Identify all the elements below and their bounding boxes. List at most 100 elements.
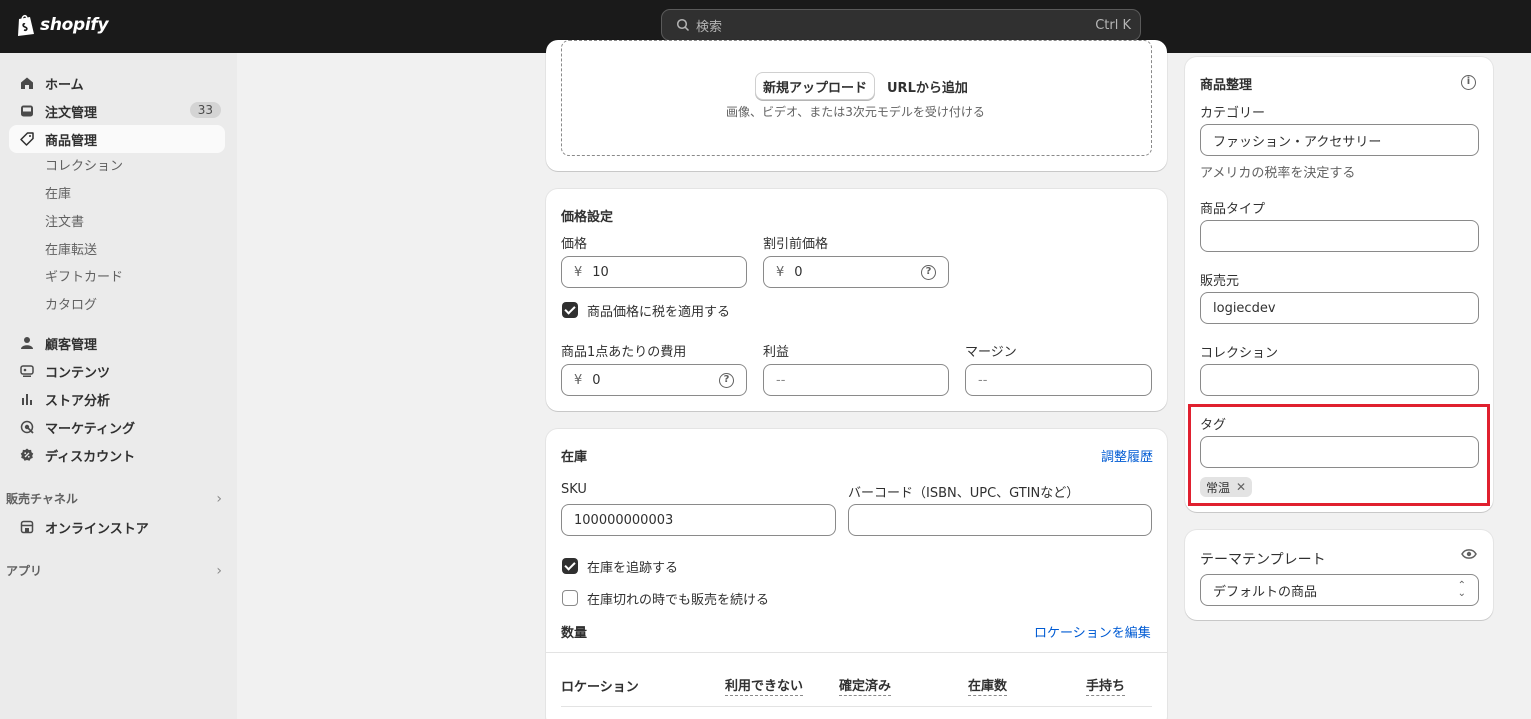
help-icon[interactable]: ? bbox=[719, 373, 734, 388]
tax-label: 商品価格に税を適用する bbox=[587, 305, 731, 320]
sidebar-sub-inventory[interactable]: 在庫 bbox=[45, 185, 71, 205]
product-type-input[interactable] bbox=[1200, 220, 1479, 252]
search-input[interactable]: 検索 Ctrl K bbox=[661, 9, 1141, 41]
add-from-url-link[interactable]: URLから追加 bbox=[887, 77, 968, 96]
sidebar: ホーム 注文管理 33 商品管理 コレクション 在庫 注文書 在庫転送 ギフトカ… bbox=[0, 53, 237, 719]
media-card: 新規アップロード URLから追加 画像、ビデオ、または3次元モデルを受け付ける bbox=[546, 40, 1167, 171]
inbox-icon bbox=[19, 103, 35, 119]
price-value: 10 bbox=[592, 264, 609, 280]
divider bbox=[546, 652, 1167, 653]
eye-icon[interactable] bbox=[1461, 548, 1477, 560]
edit-locations-link[interactable]: ロケーションを編集 bbox=[1034, 622, 1151, 641]
margin-value: -- bbox=[978, 372, 988, 388]
apps-label: アプリ bbox=[6, 564, 43, 578]
sku-label: SKU bbox=[561, 482, 587, 497]
col-committed[interactable]: 確定済み bbox=[839, 675, 892, 696]
collection-label: コレクション bbox=[1200, 346, 1279, 361]
currency-symbol: ¥ bbox=[574, 372, 583, 388]
media-hint: 画像、ビデオ、または3次元モデルを受け付ける bbox=[726, 105, 985, 119]
continue-selling-checkbox[interactable] bbox=[562, 590, 578, 606]
sidebar-item-home[interactable]: ホーム bbox=[9, 69, 225, 97]
info-icon[interactable]: i bbox=[1461, 75, 1476, 90]
tax-checkbox[interactable] bbox=[562, 302, 578, 318]
col-location: ロケーション bbox=[561, 680, 639, 695]
sidebar-item-marketing[interactable]: マーケティング bbox=[9, 413, 225, 441]
sidebar-item-label: 顧客管理 bbox=[45, 337, 98, 353]
chevron-right-icon: › bbox=[216, 490, 222, 507]
track-inventory-label: 在庫を追跡する bbox=[587, 561, 679, 576]
apps-header[interactable]: アプリ › bbox=[6, 562, 222, 579]
category-label: カテゴリー bbox=[1200, 106, 1266, 121]
sidebar-item-content[interactable]: コンテンツ bbox=[9, 357, 225, 385]
cost-value: 0 bbox=[592, 372, 601, 388]
search-placeholder: 検索 bbox=[696, 19, 723, 35]
compare-price-input[interactable]: ¥ 0 ? bbox=[763, 256, 949, 288]
pricing-card: 価格設定 価格 ¥ 10 割引前価格 ¥ 0 ? 商品価格に税を適用する 商品1… bbox=[546, 189, 1167, 411]
store-icon bbox=[19, 519, 35, 535]
vendor-label: 販売元 bbox=[1200, 274, 1240, 289]
sku-value: 100000000003 bbox=[574, 512, 674, 528]
adjustment-history-link[interactable]: 調整履歴 bbox=[1101, 446, 1153, 465]
sidebar-item-customers[interactable]: 顧客管理 bbox=[9, 329, 225, 357]
sidebar-item-label: 注文管理 bbox=[45, 105, 98, 121]
sku-input[interactable]: 100000000003 bbox=[561, 504, 836, 536]
divider bbox=[561, 706, 1152, 707]
chevron-up-down-icon: ⌃ ⌄ bbox=[1457, 580, 1466, 599]
continue-selling-label: 在庫切れの時でも販売を続ける bbox=[587, 593, 770, 608]
target-icon bbox=[19, 419, 35, 435]
col-unavailable[interactable]: 利用できない bbox=[725, 675, 804, 696]
sidebar-sub-purchase-orders[interactable]: 注文書 bbox=[45, 213, 84, 233]
sidebar-sub-transfers[interactable]: 在庫転送 bbox=[45, 241, 97, 261]
search-shortcut: Ctrl K bbox=[1095, 17, 1131, 33]
tag-icon bbox=[19, 131, 35, 147]
col-available[interactable]: 在庫数 bbox=[968, 675, 1008, 696]
sidebar-item-orders[interactable]: 注文管理 33 bbox=[9, 97, 225, 125]
upload-button[interactable]: 新規アップロード bbox=[755, 72, 875, 100]
product-type-label: 商品タイプ bbox=[1200, 202, 1266, 217]
compare-price-label: 割引前価格 bbox=[763, 237, 829, 252]
theme-template-card: テーマテンプレート デフォルトの商品 ⌃ ⌄ bbox=[1185, 530, 1493, 620]
home-icon bbox=[19, 75, 35, 91]
sidebar-item-online-store[interactable]: オンラインストア bbox=[9, 513, 225, 541]
inventory-card: 在庫 調整履歴 SKU 100000000003 バーコード（ISBN、UPC、… bbox=[546, 429, 1167, 719]
cost-input[interactable]: ¥ 0 ? bbox=[561, 364, 747, 396]
vendor-input[interactable]: logiecdev bbox=[1200, 292, 1479, 324]
inventory-title: 在庫 bbox=[561, 450, 588, 465]
sidebar-item-label: ホーム bbox=[45, 77, 84, 93]
category-input[interactable]: ファッション・アクセサリー bbox=[1200, 124, 1479, 156]
sidebar-item-label: コンテンツ bbox=[45, 365, 111, 381]
col-on-hand[interactable]: 手持ち bbox=[1086, 675, 1126, 696]
person-icon bbox=[19, 335, 35, 351]
price-input[interactable]: ¥ 10 bbox=[561, 256, 747, 288]
sidebar-item-discounts[interactable]: ディスカウント bbox=[9, 441, 225, 469]
currency-symbol: ¥ bbox=[776, 264, 785, 280]
barcode-input[interactable] bbox=[848, 504, 1152, 536]
sales-channels-header[interactable]: 販売チャネル › bbox=[6, 490, 222, 507]
sidebar-sub-catalogs[interactable]: カタログ bbox=[45, 296, 97, 316]
chevron-right-icon: › bbox=[216, 562, 222, 579]
theme-template-value: デフォルトの商品 bbox=[1213, 584, 1318, 600]
theme-template-select[interactable]: デフォルトの商品 ⌃ ⌄ bbox=[1200, 574, 1479, 606]
profit-label: 利益 bbox=[763, 345, 790, 360]
sidebar-sub-collections[interactable]: コレクション bbox=[45, 157, 123, 177]
chart-icon bbox=[19, 391, 35, 407]
shopify-logo[interactable]: shopify bbox=[16, 13, 109, 37]
sidebar-item-products[interactable]: 商品管理 bbox=[9, 125, 225, 153]
sidebar-sub-gift-cards[interactable]: ギフトカード bbox=[45, 268, 123, 288]
shopify-bag-icon bbox=[18, 14, 34, 36]
discount-icon bbox=[19, 447, 35, 463]
profit-field: -- bbox=[763, 364, 949, 396]
pricing-title: 価格設定 bbox=[561, 210, 614, 225]
price-label: 価格 bbox=[561, 237, 588, 252]
sidebar-item-label: 商品管理 bbox=[45, 133, 98, 149]
category-value: ファッション・アクセサリー bbox=[1213, 134, 1382, 150]
currency-symbol: ¥ bbox=[574, 264, 583, 280]
track-inventory-checkbox[interactable] bbox=[562, 558, 578, 574]
sidebar-item-analytics[interactable]: ストア分析 bbox=[9, 385, 225, 413]
sidebar-item-label: ストア分析 bbox=[45, 393, 111, 409]
quantity-title: 数量 bbox=[561, 626, 588, 641]
help-icon[interactable]: ? bbox=[921, 265, 936, 280]
category-hint: アメリカの税率を決定する bbox=[1200, 166, 1356, 181]
barcode-label: バーコード（ISBN、UPC、GTINなど） bbox=[848, 486, 1080, 501]
collection-input[interactable] bbox=[1200, 364, 1479, 396]
